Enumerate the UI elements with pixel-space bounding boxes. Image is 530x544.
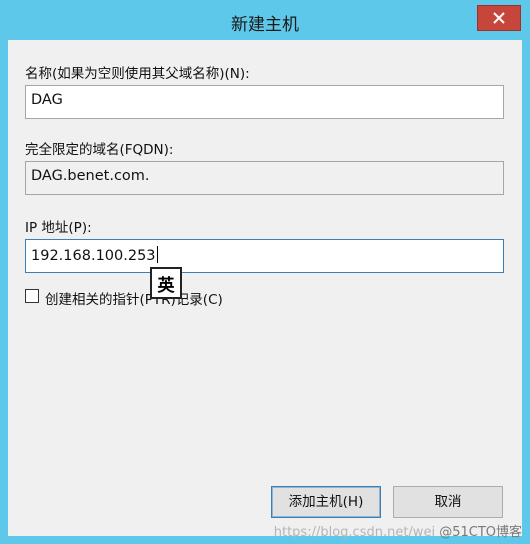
title-bar[interactable]: 新建主机 [0,0,530,40]
dialog-body: 名称(如果为空则使用其父域名称)(N): DAG 完全限定的域名(FQDN): … [8,40,522,536]
text-caret [156,246,158,263]
watermark-brand: @51CTO博客 [439,525,522,540]
name-input-value: DAG [31,92,63,108]
close-button[interactable] [477,5,521,31]
ip-address-input[interactable]: 192.168.100.253 [25,239,504,273]
close-icon [493,12,505,24]
watermark: https://blog.csdn.net/wei @51CTO博客 [274,521,522,540]
add-host-button[interactable]: 添加主机(H) [271,486,381,518]
ip-address-value: 192.168.100.253 [31,248,156,264]
new-host-dialog: 新建主机 名称(如果为空则使用其父域名称)(N): DAG 完全限定的域名(FQ… [0,0,530,544]
name-input[interactable]: DAG [25,85,504,119]
fqdn-label: 完全限定的域名(FQDN): [25,142,174,158]
dialog-title: 新建主机 [231,15,299,35]
fqdn-value: DAG.benet.com. [31,168,150,184]
name-label: 名称(如果为空则使用其父域名称)(N): [25,66,250,82]
ptr-record-checkbox[interactable] [25,289,39,303]
ime-indicator: 英 [150,267,182,299]
fqdn-field: DAG.benet.com. [25,161,504,195]
ip-label: IP 地址(P): [25,220,92,236]
cancel-button[interactable]: 取消 [393,486,503,518]
ptr-record-label[interactable]: 创建相关的指针(PTR)记录(C) [45,288,223,308]
watermark-url: https://blog.csdn.net/wei [273,525,436,540]
